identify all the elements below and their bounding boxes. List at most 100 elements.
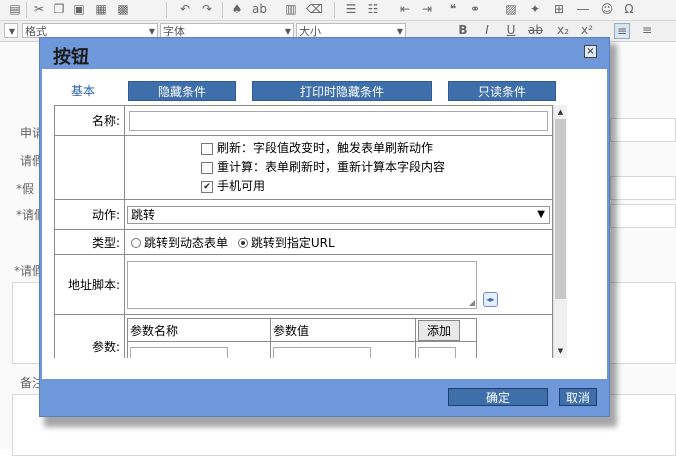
- tab-basic[interactable]: 基本: [54, 81, 112, 101]
- tab-label: 隐藏条件: [157, 85, 206, 99]
- bg-field: [610, 204, 676, 228]
- smiley-icon[interactable]: ☺: [600, 2, 614, 16]
- scroll-thumb[interactable]: [555, 119, 566, 299]
- button-dialog: 按钮 × 基本 隐藏条件 打印时隐藏条件 只读条件 名称: 刷新：字段值改变时，…: [39, 37, 610, 417]
- cancel-button[interactable]: 取消: [559, 388, 597, 406]
- refresh-option-label: 刷新：字段值改变时，触发表单刷新动作: [217, 141, 434, 155]
- flash-icon[interactable]: ✦: [528, 2, 542, 16]
- name-input[interactable]: [129, 110, 548, 131]
- subscript-icon[interactable]: x₂: [556, 23, 570, 37]
- bg-field: [610, 118, 676, 142]
- bold-icon[interactable]: B: [456, 23, 470, 37]
- dialog-body: 基本 隐藏条件 打印时隐藏条件 只读条件 名称: 刷新：字段值改变时，触发表单刷…: [42, 69, 607, 379]
- dialog-title: 按钮: [53, 47, 89, 68]
- undo-icon[interactable]: ↶: [178, 2, 192, 16]
- toolbar-separator: [334, 2, 335, 18]
- params-label: 参数:: [54, 314, 125, 358]
- tab-label: 基本: [70, 84, 95, 98]
- type-radio-dynamic-form[interactable]: [131, 238, 141, 248]
- strike-icon[interactable]: ab: [528, 23, 543, 37]
- refresh-checkbox[interactable]: [201, 142, 213, 155]
- type-option-label: 跳转到指定URL: [250, 235, 335, 250]
- select-all-icon[interactable]: ▥: [284, 2, 298, 16]
- script-textarea[interactable]: ◢: [127, 260, 477, 309]
- bg-row-label: *假: [16, 182, 35, 196]
- action-select[interactable]: 跳转 ▼: [127, 205, 550, 224]
- tab-readonly-condition[interactable]: 只读条件: [448, 81, 556, 101]
- mobile-checkbox[interactable]: ✔: [201, 180, 213, 193]
- scroll-down-icon[interactable]: ▼: [554, 344, 567, 358]
- document-icon[interactable]: ▤: [8, 2, 22, 16]
- indent-icon[interactable]: ⇥: [420, 2, 434, 16]
- add-param-button[interactable]: 添加: [418, 319, 461, 341]
- format-select[interactable]: 格式 ▼: [22, 23, 158, 38]
- tab-label: 只读条件: [477, 85, 526, 99]
- close-button[interactable]: ×: [584, 45, 597, 58]
- chevron-down-icon: ▼: [8, 27, 15, 36]
- special-char-icon[interactable]: Ω: [622, 2, 636, 16]
- tab-label: 打印时隐藏条件: [299, 85, 384, 99]
- ok-label: 确定: [485, 391, 510, 405]
- type-radio-url[interactable]: [237, 238, 248, 248]
- copy-icon[interactable]: ❐: [52, 2, 66, 16]
- type-label: 类型:: [54, 229, 125, 255]
- bg-field: [610, 176, 676, 200]
- outdent-icon[interactable]: ⇤: [398, 2, 412, 16]
- size-select[interactable]: 大小 ▼: [296, 23, 406, 38]
- ordered-list-icon[interactable]: ☰: [344, 2, 358, 16]
- paste-word-icon[interactable]: ▩: [116, 2, 130, 16]
- quote-icon[interactable]: ❝: [446, 2, 460, 16]
- paste-icon[interactable]: ▣: [72, 2, 86, 16]
- close-icon: ×: [586, 46, 595, 57]
- dialog-footer: 确定 取消: [42, 379, 607, 415]
- link-icon[interactable]: ⚭: [468, 2, 482, 16]
- param-name-header: 参数名称: [127, 318, 271, 342]
- editor-toolbar-top: ▤ ✂ ❐ ▣ ▦ ▩ ↶ ↷ ♠ ab ▥ ⌫ ☰ ☷ ⇤ ⇥ ❝ ⚭ ▨ ✦…: [0, 0, 676, 21]
- action-label: 动作:: [54, 199, 125, 230]
- cut-icon[interactable]: ✂: [32, 2, 46, 16]
- paste-text-icon[interactable]: ▦: [94, 2, 108, 16]
- superscript-icon[interactable]: x²: [580, 23, 594, 37]
- form-scrollbar[interactable]: ▲ ▼: [553, 105, 567, 358]
- italic-icon[interactable]: I: [480, 23, 494, 37]
- expand-icon[interactable]: ◂▸: [482, 291, 498, 307]
- bullet-list-icon[interactable]: ☷: [366, 2, 380, 16]
- recalc-checkbox[interactable]: [201, 161, 213, 174]
- redo-icon[interactable]: ↷: [200, 2, 214, 16]
- button-form: 名称: 刷新：字段值改变时，触发表单刷新动作 重计算：表单刷新时，重新计算本字段…: [54, 105, 553, 358]
- image-icon[interactable]: ▨: [504, 2, 518, 16]
- remove-param-button[interactable]: [418, 347, 456, 358]
- hr-icon[interactable]: ―: [576, 2, 590, 16]
- find-icon[interactable]: ♠: [230, 2, 244, 16]
- params-table: 参数名称 参数值 添加: [127, 318, 477, 358]
- underline-icon[interactable]: U: [504, 23, 518, 37]
- replace-icon[interactable]: ab: [252, 2, 267, 16]
- eraser-icon[interactable]: ⌫: [306, 2, 323, 16]
- name-label: 名称:: [54, 105, 125, 136]
- mobile-option[interactable]: ✔ 手机可用: [125, 177, 552, 196]
- align-center-icon[interactable]: ≡: [640, 23, 654, 37]
- table-icon[interactable]: ⊞: [552, 2, 566, 16]
- toolbar-separator: [166, 2, 167, 18]
- form-scroll-area[interactable]: 名称: 刷新：字段值改变时，触发表单刷新动作 重计算：表单刷新时，重新计算本字段…: [54, 105, 553, 358]
- tab-hide-condition[interactable]: 隐藏条件: [128, 81, 236, 101]
- resize-grip-icon[interactable]: ◢: [469, 298, 475, 307]
- toolbar-arrow[interactable]: ▼: [4, 23, 18, 38]
- font-select[interactable]: 字体 ▼: [160, 23, 294, 38]
- script-label: 地址脚本:: [54, 254, 125, 315]
- align-left-icon[interactable]: ≡: [614, 23, 630, 39]
- options-label-cell: [54, 135, 125, 200]
- param-value-header: 参数值: [270, 318, 416, 342]
- refresh-option[interactable]: 刷新：字段值改变时，触发表单刷新动作: [125, 139, 552, 158]
- param-value-input[interactable]: [273, 347, 371, 358]
- tab-print-hide-condition[interactable]: 打印时隐藏条件: [252, 81, 432, 101]
- toolbar-separator: [26, 2, 27, 18]
- cancel-label: 取消: [565, 391, 590, 405]
- toolbar-separator: [222, 2, 223, 18]
- chevron-down-icon: ▼: [537, 208, 545, 220]
- ok-button[interactable]: 确定: [448, 388, 548, 406]
- scroll-up-icon[interactable]: ▲: [554, 105, 567, 119]
- recalc-option-label: 重计算：表单刷新时，重新计算本字段内容: [217, 160, 446, 174]
- recalc-option[interactable]: 重计算：表单刷新时，重新计算本字段内容: [125, 158, 552, 177]
- param-name-input[interactable]: [130, 347, 228, 358]
